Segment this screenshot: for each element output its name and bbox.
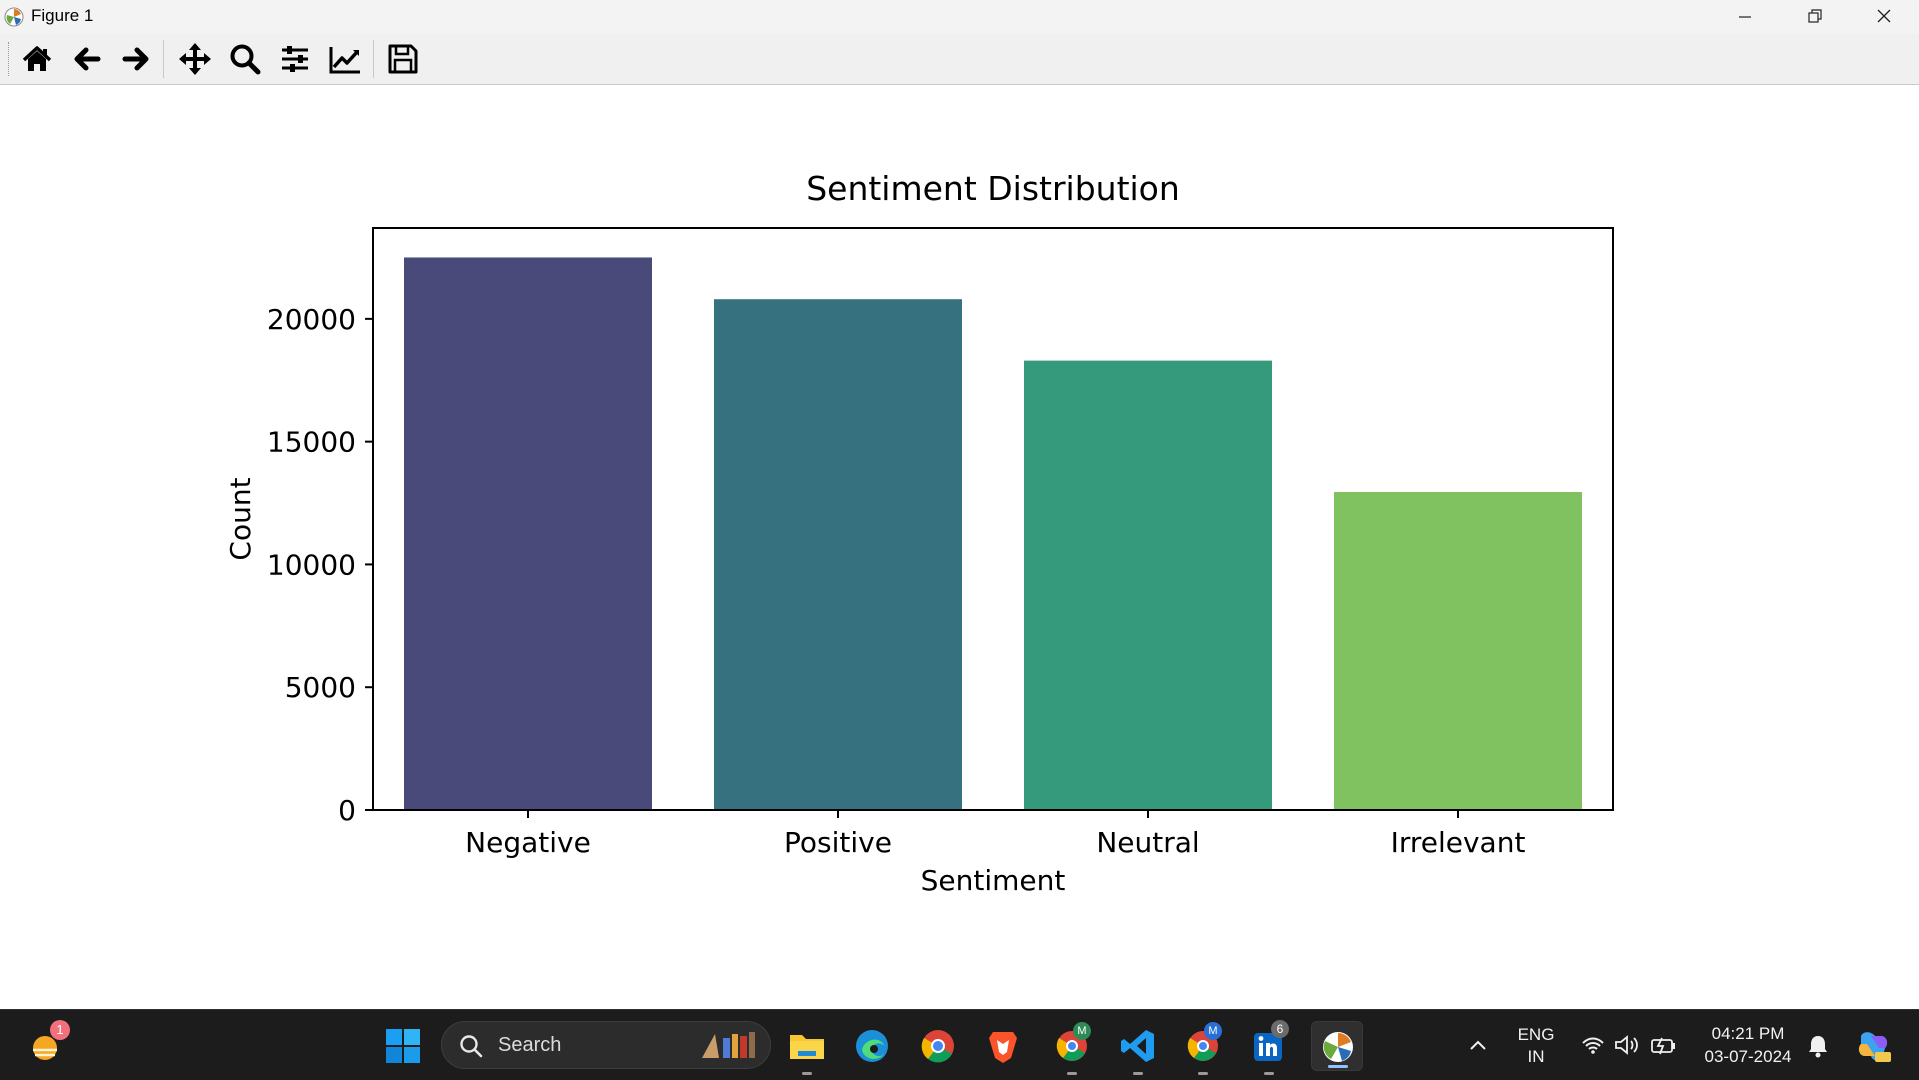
y-tick-label: 5000 xyxy=(285,671,356,704)
save-icon xyxy=(388,44,418,74)
running-indicator xyxy=(1133,1072,1143,1075)
running-indicator xyxy=(1198,1072,1208,1075)
bar-irrelevant xyxy=(1334,491,1582,810)
search-highlight-books-icon xyxy=(702,1032,755,1058)
volume-icon[interactable] xyxy=(1613,1033,1641,1057)
back-button[interactable] xyxy=(68,40,106,78)
running-indicator xyxy=(1067,1072,1077,1075)
start-button[interactable] xyxy=(383,1026,423,1066)
configure-subplots-button[interactable] xyxy=(276,40,314,78)
toolbar-separator xyxy=(373,40,374,78)
home-icon xyxy=(22,46,52,71)
weather-widget[interactable]: 1 xyxy=(25,1020,70,1066)
search-icon xyxy=(460,1035,483,1058)
home-button[interactable] xyxy=(18,40,56,78)
chrome-browser-app[interactable] xyxy=(918,1026,958,1066)
edge-icon xyxy=(856,1030,888,1062)
notification-badge: 1 xyxy=(50,1020,70,1040)
notification-bell-icon[interactable] xyxy=(1806,1033,1830,1059)
forward-button[interactable] xyxy=(117,40,155,78)
edit-axis-button[interactable] xyxy=(326,40,364,78)
restore-icon xyxy=(1808,9,1822,23)
running-indicator xyxy=(802,1072,812,1075)
y-tick-label: 10000 xyxy=(267,548,356,581)
x-tick-label: Irrelevant xyxy=(1391,826,1526,859)
chart-title: Sentiment Distribution xyxy=(806,169,1180,208)
bar-negative xyxy=(404,257,652,810)
close-button[interactable] xyxy=(1849,0,1919,34)
restore-button[interactable] xyxy=(1780,0,1850,34)
y-tick-label: 0 xyxy=(338,794,356,827)
taskbar-search-box[interactable]: Search xyxy=(441,1021,771,1069)
matplotlib-figure-app[interactable] xyxy=(1311,1021,1363,1071)
battery-charging-icon[interactable] xyxy=(1649,1033,1679,1057)
x-tick-label: Positive xyxy=(784,826,892,859)
zoom-button[interactable] xyxy=(226,40,264,78)
language-indicator[interactable]: ENG IN xyxy=(1508,1024,1564,1068)
figure-canvas: Sentiment Distribution 0 5000 10000 15000 20… xyxy=(0,85,1919,1010)
clock-time: 04:21 PM xyxy=(1711,1024,1785,1043)
region-code: IN xyxy=(1527,1047,1545,1066)
clock[interactable]: 04:21 PM 03-07-2024 xyxy=(1690,1022,1806,1068)
window-titlebar: Figure 1 xyxy=(0,0,1919,34)
bar-neutral xyxy=(1024,360,1272,810)
forward-arrow-icon xyxy=(122,47,149,71)
toolbar-separator xyxy=(163,40,164,78)
minimize-icon xyxy=(1739,16,1751,18)
y-tick-label: 15000 xyxy=(267,426,356,459)
brave-browser-app[interactable] xyxy=(983,1026,1023,1066)
wifi-icon[interactable] xyxy=(1580,1033,1606,1057)
chrome-icon xyxy=(921,1030,954,1063)
language-code: ENG xyxy=(1517,1025,1555,1044)
chrome-profile-app-2[interactable]: M xyxy=(1183,1022,1223,1075)
copilot-icon[interactable] xyxy=(1853,1026,1893,1066)
close-icon xyxy=(1877,9,1891,23)
linkedin-app[interactable]: 6 xyxy=(1249,1020,1289,1075)
x-tick-label: Negative xyxy=(465,826,591,859)
window-title: Figure 1 xyxy=(31,6,94,25)
chrome-profile-app-1[interactable]: M xyxy=(1052,1022,1092,1075)
clock-date: 03-07-2024 xyxy=(1704,1047,1792,1066)
running-indicator xyxy=(1264,1072,1274,1075)
active-indicator xyxy=(1328,1065,1348,1068)
windows-taskbar: 1 Search M M 6 ENG IN 04:21 PM 03-07-202… xyxy=(0,1009,1919,1080)
folder-icon xyxy=(790,1035,824,1059)
y-tick-label: 20000 xyxy=(267,303,356,336)
x-tick-label: Neutral xyxy=(1096,826,1199,859)
profile-badge: M xyxy=(1073,1022,1091,1040)
back-arrow-icon xyxy=(74,47,101,71)
toolbar-grip xyxy=(8,42,11,76)
minimize-button[interactable] xyxy=(1710,0,1780,34)
brave-icon xyxy=(989,1032,1017,1063)
bar-chart: Sentiment Distribution 0 5000 10000 15000 20… xyxy=(224,169,1614,897)
y-axis-label: Count xyxy=(224,477,257,560)
pan-icon xyxy=(179,43,211,75)
windows-start-icon xyxy=(386,1029,420,1063)
vscode-app[interactable] xyxy=(1118,1026,1158,1075)
profile-badge: M xyxy=(1204,1022,1222,1040)
bars-group xyxy=(404,257,1582,810)
edge-browser-app[interactable] xyxy=(852,1026,892,1066)
matplotlib-logo-icon xyxy=(1323,1032,1353,1062)
x-axis-label: Sentiment xyxy=(921,864,1066,897)
matplotlib-logo-icon xyxy=(4,7,24,27)
pan-button[interactable] xyxy=(176,40,214,78)
bar-positive xyxy=(714,299,962,810)
zoom-icon xyxy=(230,44,261,75)
file-explorer-app[interactable] xyxy=(787,1026,827,1075)
axes-edit-icon xyxy=(329,47,360,74)
y-axis: 0 5000 10000 15000 20000 xyxy=(267,303,373,827)
chevron-up-icon[interactable] xyxy=(1467,1035,1489,1057)
subplots-icon xyxy=(282,46,308,72)
notification-badge: 6 xyxy=(1271,1020,1289,1038)
save-button[interactable] xyxy=(384,40,422,78)
figure-toolbar xyxy=(0,34,1919,85)
vscode-icon xyxy=(1121,1030,1154,1062)
x-axis: Negative Positive Neutral Irrelevant xyxy=(465,810,1525,859)
search-placeholder: Search xyxy=(498,1034,562,1056)
